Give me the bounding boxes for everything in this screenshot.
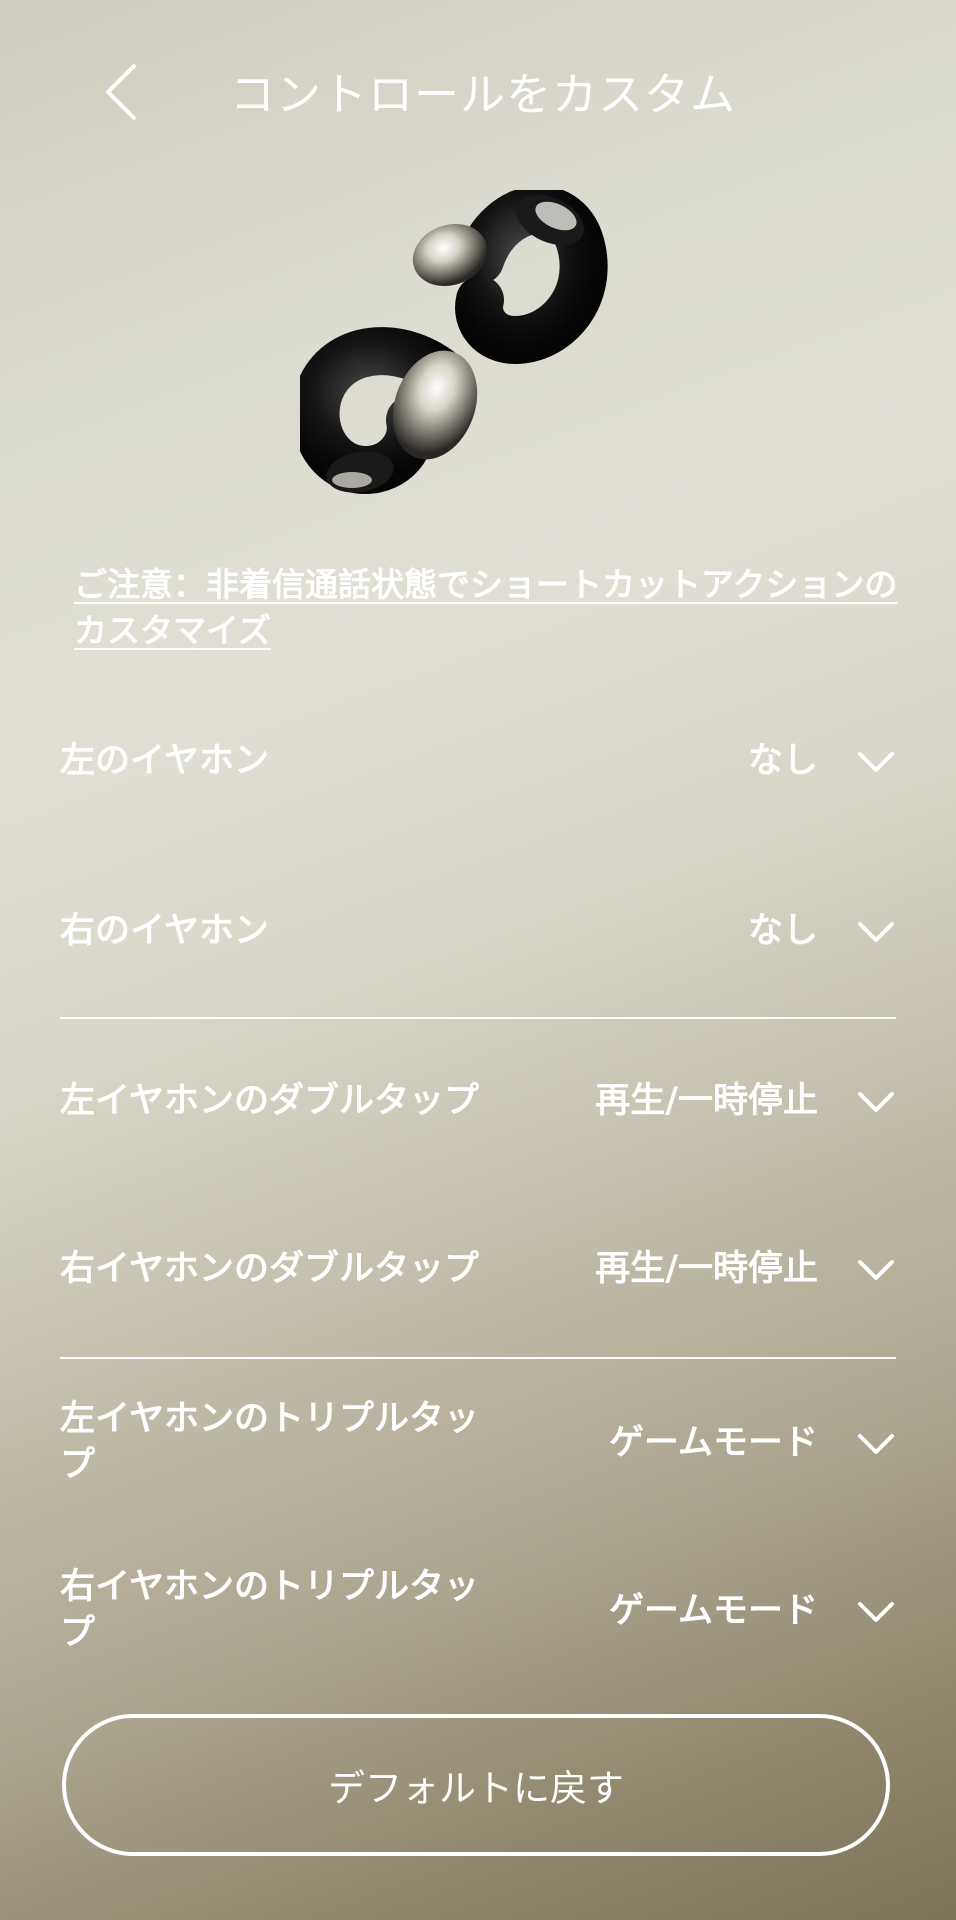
control-value: なし (747, 741, 818, 781)
control-label: 右のイヤホン (60, 911, 269, 951)
page-title: コントロールをカスタム (230, 68, 737, 121)
chevron-down-icon (858, 1260, 894, 1280)
divider (60, 1017, 896, 1019)
control-row-left-earbud[interactable]: 左のイヤホン なし (60, 712, 896, 812)
notice-link[interactable]: ご注意：非着信通話状態でショートカットアクションのカスタマイズ (74, 562, 914, 654)
control-value: ゲームモード (609, 1423, 818, 1463)
control-label: 左のイヤホン (60, 741, 269, 781)
control-value: なし (747, 911, 818, 951)
divider (60, 1357, 896, 1359)
reset-to-default-button[interactable]: デフォルトに戻す (62, 1714, 890, 1856)
control-label: 右イヤホンのダブルタップ (60, 1249, 479, 1289)
control-value: 再生/一時停止 (595, 1249, 818, 1289)
control-value: ゲームモード (609, 1591, 818, 1631)
chevron-down-icon (858, 922, 894, 942)
control-label: 左イヤホンのトリプルタップ (60, 1399, 479, 1485)
chevron-down-icon (858, 1434, 894, 1454)
control-row-right-earbud[interactable]: 右のイヤホン なし (60, 882, 896, 982)
chevron-down-icon (858, 1092, 894, 1112)
control-row-left-triple-tap[interactable]: 左イヤホンのトリプルタップ ゲームモード (60, 1394, 896, 1494)
chevron-down-icon (858, 1602, 894, 1622)
control-value: 再生/一時停止 (595, 1081, 818, 1121)
chevron-left-icon (106, 64, 136, 120)
earbuds-image (300, 190, 608, 495)
chevron-down-icon (858, 752, 894, 772)
back-button[interactable] (92, 60, 152, 120)
control-row-right-double-tap[interactable]: 右イヤホンのダブルタップ 再生/一時停止 (60, 1220, 896, 1320)
control-label: 左イヤホンのダブルタップ (60, 1081, 479, 1121)
header: コントロールをカスタム (0, 40, 956, 130)
control-label: 右イヤホンのトリプルタップ (60, 1567, 479, 1653)
control-row-right-triple-tap[interactable]: 右イヤホンのトリプルタップ ゲームモード (60, 1562, 896, 1662)
control-row-left-double-tap[interactable]: 左イヤホンのダブルタップ 再生/一時停止 (60, 1052, 896, 1152)
